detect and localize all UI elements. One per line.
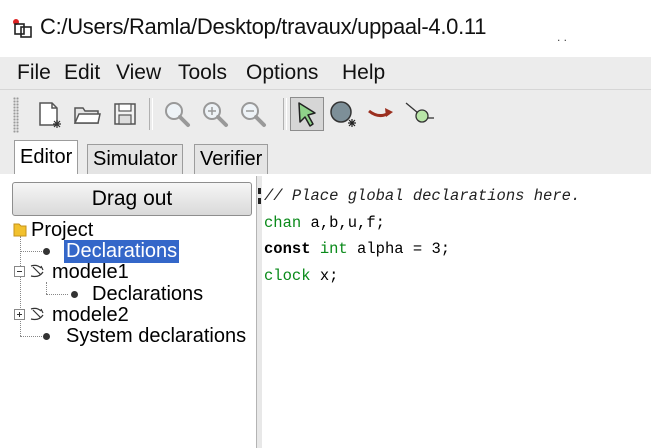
add-location-icon[interactable] bbox=[326, 97, 360, 131]
zoom-out-icon[interactable] bbox=[236, 97, 270, 131]
bullet-icon bbox=[43, 333, 50, 340]
menu-file[interactable]: File bbox=[17, 61, 51, 85]
tree-connector bbox=[20, 336, 42, 337]
open-folder-icon[interactable] bbox=[70, 97, 104, 131]
toolbar bbox=[0, 90, 651, 140]
tree-connector bbox=[46, 294, 68, 295]
code-text: x; bbox=[310, 267, 339, 285]
menu-tools[interactable]: Tools bbox=[178, 61, 227, 85]
tree-item-system-declarations[interactable]: System declarations bbox=[66, 325, 246, 348]
keyword-chan: chan bbox=[264, 214, 302, 232]
toolbar-separator bbox=[283, 98, 287, 130]
splitter-arrow-right-icon[interactable] bbox=[258, 198, 261, 204]
tab-verifier[interactable]: Verifier bbox=[194, 144, 269, 174]
window-title: C:/Users/Ramla/Desktop/travaux/uppaal-4.… bbox=[40, 14, 487, 39]
zoom-in-icon[interactable] bbox=[198, 97, 232, 131]
title-bar: C:/Users/Ramla/Desktop/travaux/uppaal-4.… bbox=[0, 0, 651, 54]
code-line-clock: clock x; bbox=[264, 267, 338, 285]
tree-item-modele1[interactable]: modele1 bbox=[52, 261, 129, 284]
bullet-icon bbox=[43, 248, 50, 255]
tab-simulator[interactable]: Simulator bbox=[87, 144, 184, 174]
folder-icon bbox=[13, 223, 27, 237]
drag-out-button[interactable]: Drag out bbox=[12, 182, 252, 216]
tree-item-modele1-declarations[interactable]: Declarations bbox=[92, 283, 203, 306]
keyword-const: const bbox=[264, 240, 311, 258]
toolbar-grip[interactable] bbox=[13, 97, 19, 133]
keyword-int: int bbox=[319, 240, 348, 258]
code-comment: // Place global declarations here. bbox=[264, 187, 581, 205]
declarations-editor[interactable]: // Place global declarations here. chan … bbox=[262, 176, 651, 448]
tree-item-modele2[interactable]: modele2 bbox=[52, 304, 129, 327]
save-disk-icon[interactable] bbox=[108, 97, 142, 131]
add-edge-icon[interactable] bbox=[364, 97, 398, 131]
code-text: a,b,u,f; bbox=[301, 214, 385, 232]
collapse-icon[interactable] bbox=[14, 266, 25, 277]
splitter-arrow-left-icon[interactable] bbox=[258, 188, 261, 194]
menu-view[interactable]: View bbox=[116, 61, 161, 85]
tree-item-project[interactable]: Project bbox=[31, 219, 93, 242]
new-document-icon[interactable] bbox=[32, 97, 66, 131]
template-icon bbox=[30, 307, 44, 321]
tab-bar: Editor Simulator Verifier bbox=[0, 140, 651, 174]
title-ellipsis: . . bbox=[557, 30, 568, 44]
keyword-clock: clock bbox=[264, 267, 311, 285]
tree-connector bbox=[20, 251, 42, 252]
tree-connector bbox=[46, 282, 47, 294]
tree-item-declarations[interactable]: Declarations bbox=[64, 240, 180, 263]
template-icon bbox=[30, 264, 44, 278]
uppaal-app-icon bbox=[13, 19, 32, 38]
menu-help[interactable]: Help bbox=[342, 61, 385, 85]
menu-bar: File Edit View Tools Options Help bbox=[0, 57, 651, 90]
bullet-icon bbox=[71, 291, 78, 298]
code-text: alpha = 3; bbox=[347, 240, 451, 258]
menu-options[interactable]: Options bbox=[246, 61, 318, 85]
add-nail-icon[interactable] bbox=[402, 97, 436, 131]
menu-edit[interactable]: Edit bbox=[64, 61, 100, 85]
code-line-chan: chan a,b,u,f; bbox=[264, 214, 385, 232]
tab-editor[interactable]: Editor bbox=[14, 140, 79, 174]
select-arrow-icon[interactable] bbox=[290, 97, 324, 131]
expand-icon[interactable] bbox=[14, 309, 25, 320]
code-line-const: const int alpha = 3; bbox=[264, 240, 450, 258]
zoom-icon[interactable] bbox=[160, 97, 194, 131]
toolbar-separator bbox=[149, 98, 153, 130]
